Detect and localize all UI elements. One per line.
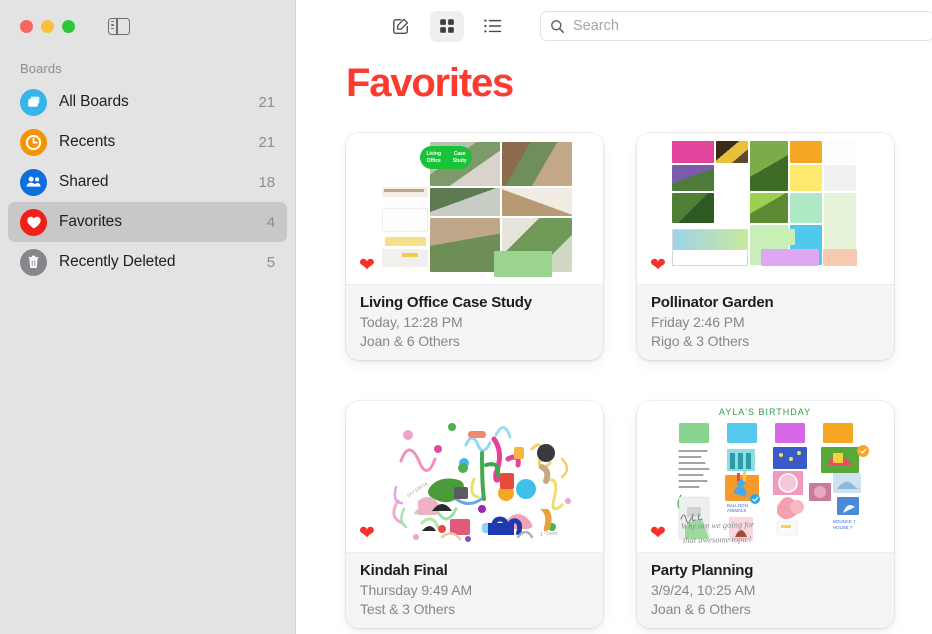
board-date: Friday 2:46 PM [651, 314, 745, 331]
toolbar [296, 0, 932, 52]
board-date: Thursday 9:49 AM [360, 582, 473, 599]
board-title: Party Planning [651, 561, 754, 579]
svg-text:HOUSE ?: HOUSE ? [833, 525, 853, 530]
sidebar-item-all-boards[interactable]: All Boards 21 [8, 82, 287, 122]
sidebar-item-count: 18 [258, 173, 276, 191]
sidebar-item-recently-deleted[interactable]: Recently Deleted 5 [8, 242, 287, 282]
thumbnail-drawing: scribble j-text [392, 423, 571, 542]
sidebar-item-count: 4 [266, 213, 275, 231]
board-thumbnail: Living Office Case Study ❤ [346, 133, 603, 284]
board-date: Today, 12:28 PM [360, 314, 463, 331]
board-thumbnail: ❤ [637, 133, 894, 284]
sidebar-nav: All Boards 21 Recents 21 Shared 18 Favor… [0, 82, 295, 282]
board-title: Kindah Final [360, 561, 448, 579]
favorite-badge-icon[interactable]: ❤ [359, 524, 375, 543]
grid-view-button[interactable] [430, 10, 464, 42]
clock-icon [20, 128, 47, 156]
board-card-info: Pollinator Garden Friday 2:46 PM Rigo & … [637, 283, 894, 360]
favorite-badge-icon[interactable]: ❤ [359, 256, 375, 275]
sidebar-item-count: 5 [266, 253, 275, 271]
heart-icon [20, 208, 47, 236]
app-window: Boards All Boards 21 Recents 21 Shared 1… [0, 0, 932, 634]
sidebar-item-recents[interactable]: Recents 21 [8, 122, 287, 162]
board-collaborators: Joan & 6 Others [651, 601, 751, 618]
favorite-badge-icon[interactable]: ❤ [650, 256, 666, 275]
sidebar-item-label: Favorites [59, 213, 122, 230]
sidebar-item-shared[interactable]: Shared 18 [8, 162, 287, 202]
board-collaborators: Rigo & 3 Others [651, 333, 750, 350]
board-card-info: Party Planning 3/9/24, 10:25 AM Joan & 6… [637, 551, 894, 628]
board-card[interactable]: scribble j-text ❤ Kindah Final Thursday … [346, 401, 603, 628]
svg-text:Why are we going for: Why are we going for [681, 519, 755, 531]
people-icon [20, 168, 47, 196]
svg-text:that awesome topic!: that awesome topic! [683, 534, 752, 545]
thumbnail-note-label: Living Office Case Study [420, 146, 472, 169]
sidebar-toggle-icon [108, 17, 130, 35]
grid-view-icon [440, 19, 454, 33]
sidebar-item-label: Recently Deleted [59, 253, 176, 270]
board-title: Pollinator Garden [651, 293, 774, 311]
board-card[interactable]: AYLA'S BIRTHDAY BALLOON ANIMALS BOUNCE ?… [637, 401, 894, 628]
close-button[interactable] [20, 19, 33, 33]
sidebar: Boards All Boards 21 Recents 21 Shared 1… [0, 0, 296, 634]
sidebar-toggle-button[interactable] [107, 14, 131, 38]
sidebar-item-label: Shared [59, 173, 109, 190]
sidebar-item-count: 21 [258, 133, 276, 151]
title-bar [0, 0, 295, 52]
board-thumbnail: AYLA'S BIRTHDAY BALLOON ANIMALS BOUNCE ?… [637, 401, 894, 552]
search-icon [551, 19, 565, 33]
sidebar-section-header: Boards [20, 61, 62, 76]
minimize-button[interactable] [41, 19, 54, 33]
board-card-info: Kindah Final Thursday 9:49 AM Test & 3 O… [346, 551, 603, 628]
search-input[interactable] [573, 18, 924, 34]
board-date: 3/9/24, 10:25 AM [651, 582, 756, 599]
trash-icon [20, 248, 47, 276]
search-field[interactable] [540, 11, 932, 41]
compose-icon [393, 18, 409, 34]
svg-text:j-text: j-text [540, 531, 558, 537]
board-card[interactable]: ❤ Pollinator Garden Friday 2:46 PM Rigo … [637, 133, 894, 360]
thumbnail-drawing: AYLA'S BIRTHDAY BALLOON ANIMALS BOUNCE ?… [677, 407, 869, 545]
new-board-button[interactable] [384, 11, 418, 42]
board-thumbnail: scribble j-text ❤ [346, 401, 603, 552]
window-controls [20, 19, 75, 33]
board-title: Living Office Case Study [360, 293, 532, 311]
board-card-info: Living Office Case Study Today, 12:28 PM… [346, 283, 603, 360]
svg-text:BOUNCE ?: BOUNCE ? [833, 519, 856, 524]
boards-grid: Living Office Case Study ❤ Living Office… [296, 103, 932, 634]
board-collaborators: Joan & 6 Others [360, 333, 460, 350]
svg-text:scribble: scribble [406, 481, 430, 499]
zoom-button[interactable] [62, 19, 75, 33]
favorite-badge-icon[interactable]: ❤ [650, 524, 666, 543]
boards-icon [20, 88, 47, 116]
svg-text:ANIMALS: ANIMALS [727, 508, 746, 513]
sidebar-item-label: Recents [59, 133, 116, 150]
page-title: Favorites [346, 61, 514, 105]
sidebar-item-count: 21 [258, 93, 276, 111]
board-card[interactable]: Living Office Case Study ❤ Living Office… [346, 133, 603, 360]
list-view-button[interactable] [476, 11, 510, 42]
thumbnail-heading-text: AYLA'S BIRTHDAY [719, 407, 811, 417]
main-content: Favorites Living OfficeCase Study [296, 0, 932, 634]
board-collaborators: Test & 3 Others [360, 601, 455, 618]
sidebar-item-favorites[interactable]: Favorites 4 [8, 202, 287, 242]
list-view-icon [484, 19, 502, 33]
sidebar-item-label: All Boards [59, 93, 129, 110]
